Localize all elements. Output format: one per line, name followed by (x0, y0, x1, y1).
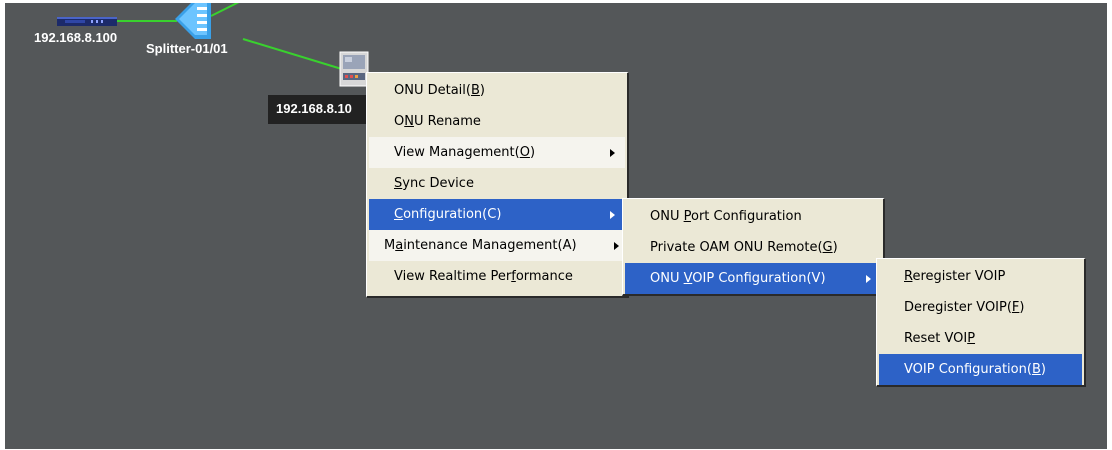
submenu-arrow-icon (614, 242, 619, 250)
menu-item-voip-configuration[interactable]: VOIP Configuration(B) (879, 354, 1082, 385)
menu-item-onu-detail[interactable]: ONU Detail(B) (369, 75, 625, 106)
menu-item-private-oam-onu-remote[interactable]: Private OAM ONU Remote(G) (625, 232, 881, 263)
link-splitter-onu (242, 38, 346, 71)
menu-item-deregister-voip[interactable]: Deregister VOIP(F) (879, 292, 1082, 323)
menu-item-configuration[interactable]: Configuration(C) (369, 199, 625, 230)
onu-context-menu: ONU Detail(B) ONU Rename View Management… (366, 72, 629, 298)
menu-item-sync-device[interactable]: Sync Device (369, 168, 625, 199)
menu-item-view-realtime-performance[interactable]: View Realtime Performance (369, 261, 625, 292)
splitter-name-label: Splitter-01/01 (146, 41, 228, 56)
link-splitter-up (210, 3, 240, 17)
configuration-submenu: ONU Port Configuration Private OAM ONU R… (622, 198, 885, 296)
menu-item-view-management[interactable]: View Management(O) (369, 137, 625, 168)
menu-item-onu-rename[interactable]: ONU Rename (369, 106, 625, 137)
menu-item-reset-voip[interactable]: Reset VOIP (879, 323, 1082, 354)
menu-item-onu-voip-configuration[interactable]: ONU VOIP Configuration(V) (625, 263, 881, 294)
onu-device-icon[interactable] (339, 51, 369, 87)
onu-ip-label-box: 192.168.8.10 (268, 95, 373, 124)
submenu-arrow-icon (610, 211, 615, 219)
olt-device-icon[interactable] (57, 14, 117, 26)
submenu-arrow-icon (610, 149, 615, 157)
onu-ip-label: 192.168.8.10 (276, 101, 352, 116)
olt-ip-label: 192.168.8.100 (34, 30, 118, 45)
menu-item-onu-port-configuration[interactable]: ONU Port Configuration (625, 201, 881, 232)
voip-submenu: Reregister VOIP Deregister VOIP(F) Reset… (876, 258, 1086, 387)
menu-item-maintenance-management[interactable]: Maintenance Management(A) (369, 230, 625, 261)
submenu-arrow-icon (866, 275, 871, 283)
menu-item-reregister-voip[interactable]: Reregister VOIP (879, 261, 1082, 292)
splitter-icon[interactable] (175, 3, 211, 39)
